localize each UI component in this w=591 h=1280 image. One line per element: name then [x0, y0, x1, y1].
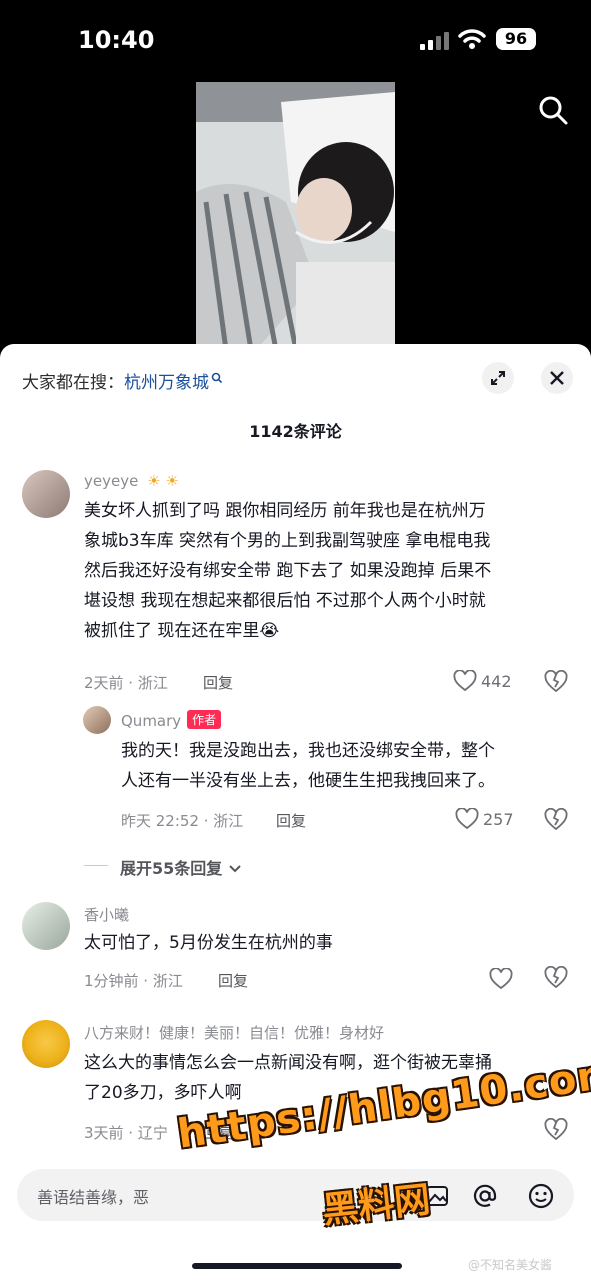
comment-username[interactable]: 香小曦	[84, 904, 129, 925]
wifi-icon	[458, 29, 486, 49]
comment-count: 1142条评论	[249, 422, 342, 441]
hot-search-keyword[interactable]: 杭州万象城	[124, 373, 209, 393]
weibo-credit: @不知名美女酱	[468, 1258, 553, 1272]
avatar[interactable]	[22, 470, 70, 518]
video-image	[196, 82, 395, 350]
close-icon	[550, 371, 564, 385]
status-time: 10:40	[78, 26, 155, 54]
comment-meta: 2天前 · 浙江	[84, 674, 168, 692]
comment-username[interactable]: 八方来财！健康！美丽！自信！优雅！身材好	[84, 1022, 384, 1043]
comment-line: 然后我还好没有绑安全带 跑下去了 如果没跑掉 后果不	[84, 561, 492, 581]
comment-line: 堪设想 我现在想起来都很后怕 不过那个人两个小时就	[84, 591, 486, 611]
home-indicator[interactable]	[192, 1263, 402, 1269]
reply-button[interactable]: 回复	[203, 672, 233, 693]
comment-username[interactable]: yeyeye ☀ ☀	[84, 472, 179, 490]
avatar[interactable]	[22, 1020, 70, 1068]
cellular-signal-icon	[420, 30, 450, 50]
hot-search-label: 大家都在搜：	[22, 373, 124, 393]
expand-icon	[491, 371, 505, 385]
comment-line: 被抓住了 现在还在牢里😭	[84, 621, 280, 641]
author-badge: 作者	[187, 710, 222, 729]
expand-replies-label: 展开55条回复	[120, 859, 223, 878]
comment-meta: 1分钟前 · 浙江	[84, 972, 183, 990]
comment-line: 人还有一半没有坐上去，他硬生生把我拽回来了。	[121, 771, 495, 791]
expand-replies-button[interactable]: 展开55条回复	[120, 855, 242, 879]
comment-text: 我的天！我是没跑出去，我也还没绑安全带，整个 人还有一半没有坐上去，他硬生生把我…	[121, 736, 495, 796]
hot-search[interactable]: 大家都在搜：杭州万象城	[22, 368, 223, 393]
like-count: 257	[483, 810, 514, 829]
dislike-heart-icon[interactable]	[544, 1118, 568, 1142]
video-thumbnail[interactable]	[196, 82, 395, 350]
reply-button[interactable]: 回复	[276, 810, 306, 831]
comment-line: 太可怕了，5月份发生在杭州的事	[84, 933, 333, 953]
sun-emoji: ☀ ☀	[147, 472, 179, 490]
divider	[84, 865, 108, 866]
like-count: 442	[481, 672, 512, 691]
comment-text: 太可怕了，5月份发生在杭州的事	[84, 928, 333, 958]
comment-text: 美女坏人抓到了吗 跟你相同经历 前年我也是在杭州万 象城b3车库 突然有个男的上…	[84, 496, 491, 646]
comment-line: 象城b3车库 突然有个男的上到我副驾驶座 拿电棍电我	[84, 531, 491, 551]
comment-meta: 3天前 · 辽宁	[84, 1124, 168, 1142]
comment-username[interactable]: Qumary 作者	[121, 710, 222, 730]
search-icon[interactable]	[538, 95, 568, 125]
comment-line: 我的天！我是没跑出去，我也还没绑安全带，整个	[121, 741, 495, 761]
comment-meta: 昨天 22:52 · 浙江	[121, 812, 244, 830]
reply-button[interactable]: 回复	[218, 970, 248, 991]
avatar[interactable]	[22, 902, 70, 950]
username-text: yeyeye	[84, 472, 139, 490]
comment-line: 美女坏人抓到了吗 跟你相同经历 前年我也是在杭州万	[84, 501, 486, 521]
like-heart-icon[interactable]	[489, 968, 513, 990]
small-search-icon	[211, 372, 223, 384]
comment-line: 这么大的事情怎么会一点新闻没有啊，逛个街被无辜捅	[84, 1053, 492, 1073]
like-heart-icon[interactable]	[453, 670, 477, 692]
comment-input-placeholder[interactable]: 善语结善缘，恶	[37, 1184, 149, 1208]
dislike-heart-icon[interactable]	[544, 808, 568, 832]
close-button[interactable]	[541, 362, 573, 394]
username-text: Qumary	[121, 712, 182, 730]
avatar[interactable]	[83, 706, 111, 734]
chevron-down-icon	[229, 865, 241, 873]
mention-icon[interactable]	[471, 1182, 499, 1210]
dislike-heart-icon[interactable]	[544, 670, 568, 694]
like-heart-icon[interactable]	[455, 808, 479, 830]
emoji-icon[interactable]	[527, 1182, 555, 1210]
expand-button[interactable]	[482, 362, 514, 394]
battery-indicator: 96	[496, 28, 536, 50]
comment-input-bar[interactable]: 善语结善缘，恶	[17, 1169, 574, 1221]
dislike-heart-icon[interactable]	[544, 966, 568, 990]
